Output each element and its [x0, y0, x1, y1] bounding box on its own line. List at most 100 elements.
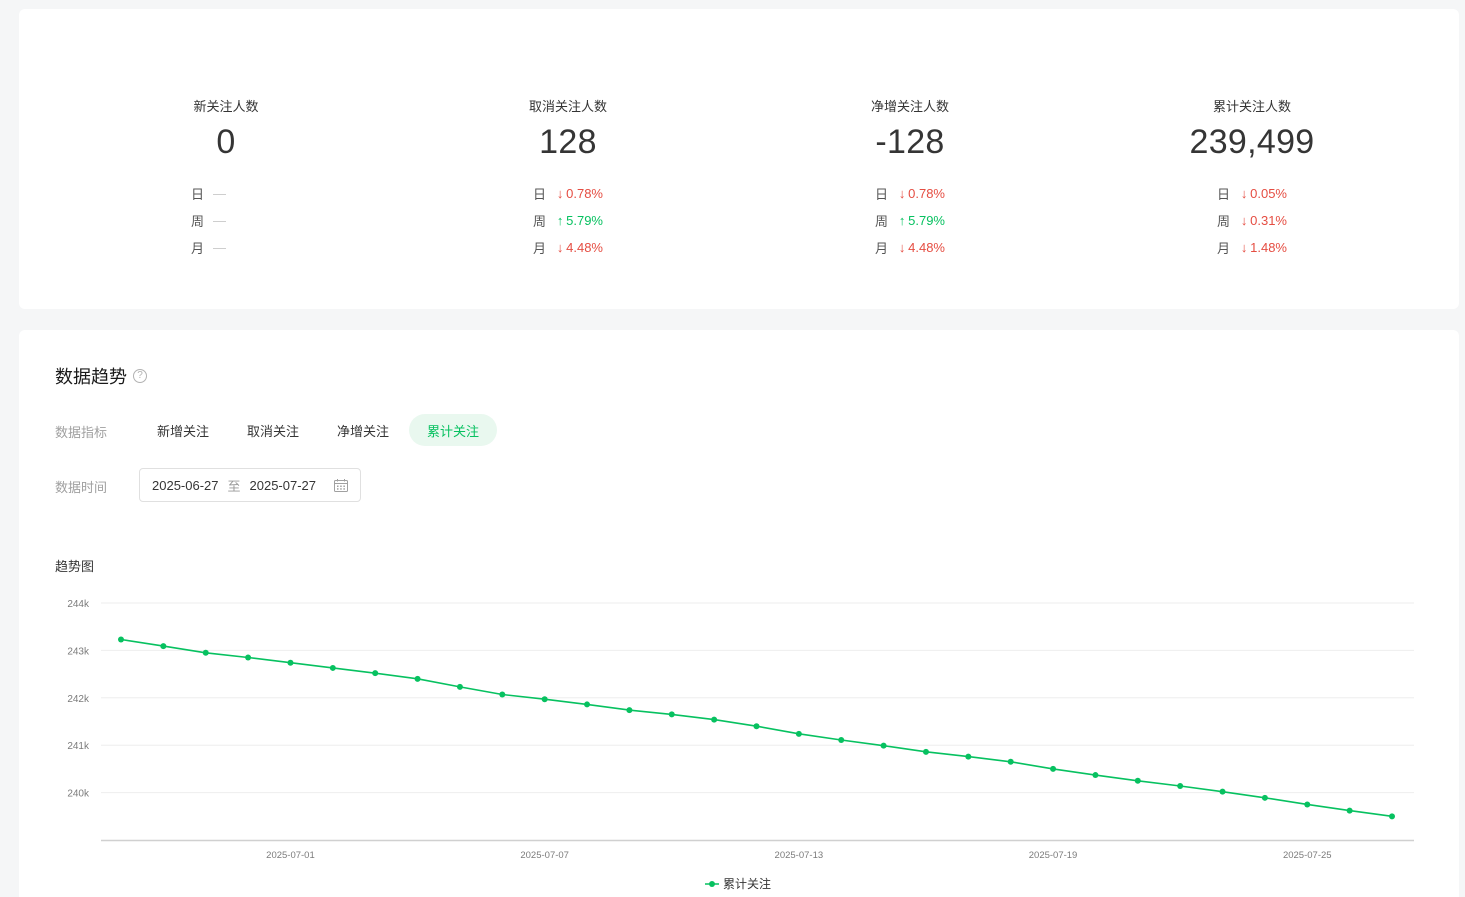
tab-total-follow[interactable]: 累计关注 [409, 414, 498, 446]
stat-value: -128 [875, 123, 945, 161]
data-point [753, 723, 760, 730]
stat-change-text: 1.48% [1250, 240, 1287, 255]
stat-change-row-inner: 日 ↓ 0.05% [1217, 184, 1287, 203]
data-point [287, 659, 294, 666]
x-tick-label: 2025-07-01 [266, 850, 315, 861]
stat-period-label: 周 [533, 214, 547, 229]
stat-change-text: 5.79% [566, 213, 603, 228]
trend-title-text: 数据趋势 [55, 367, 127, 387]
x-tick-label: 2025-07-13 [775, 850, 824, 861]
stat-change-value: ↑ 5.79% [554, 213, 603, 228]
stat-period-label: 月 [1217, 241, 1231, 256]
data-point [1389, 813, 1395, 820]
data-point [1219, 788, 1226, 795]
arrow-up-icon: ↑ [556, 213, 564, 228]
data-point [1092, 772, 1099, 779]
stat-change-value: — [213, 240, 226, 255]
data-point [245, 654, 252, 661]
stat-change-value: ↓ 4.48% [896, 240, 945, 255]
question-circle-icon[interactable]: ? [133, 369, 147, 383]
legend-marker-icon [705, 880, 719, 888]
stat-change-text: 0.78% [908, 186, 945, 201]
data-point [1050, 765, 1057, 772]
stat-change-row: 日 ↓ 0.05% [1102, 180, 1402, 207]
stat-change-text: 5.79% [908, 213, 945, 228]
stat-change-row: 周 ↓ 0.31% [1102, 207, 1402, 234]
tab-net-follow[interactable]: 净增关注 [319, 414, 407, 446]
stat-change-row-inner: 月 — [191, 238, 261, 257]
data-point [541, 696, 548, 703]
stat-change-text: 0.05% [1250, 186, 1287, 201]
stat-change-row-inner: 周 — [191, 211, 261, 230]
stat-change-row: 月 ↓ 4.48% [760, 234, 1060, 261]
stat-change-value: — [213, 213, 226, 228]
data-point [456, 683, 463, 690]
stat-change-text: — [213, 213, 226, 228]
tab-new-follow[interactable]: 新增关注 [139, 414, 227, 446]
stat-period-label: 月 [533, 241, 547, 256]
stat-period-label: 周 [875, 214, 889, 229]
data-point [880, 742, 887, 749]
x-tick-label: 2025-07-25 [1283, 850, 1332, 861]
stat-change-text: 4.48% [566, 240, 603, 255]
stat-change-value: — [213, 186, 226, 201]
stat-change-rows: 日 ↓ 0.78% 周 ↑ 5.79% 月 ↓ 4.48% [760, 180, 1060, 261]
stat-change-row-inner: 日 — [191, 184, 261, 203]
metric-filter-label: 数据指标 [55, 425, 108, 440]
stat-change-row: 日 — [76, 180, 376, 207]
data-point [1304, 801, 1311, 808]
stat-change-value: ↓ 0.78% [896, 186, 945, 201]
stat-change-row: 月 ↓ 4.48% [418, 234, 718, 261]
stat-change-value: ↓ 4.48% [554, 240, 603, 255]
y-tick-label: 241k [67, 741, 90, 752]
metric-tabs: 新增关注 取消关注 净增关注 累计关注 [139, 414, 499, 446]
stat-change-row: 月 ↓ 1.48% [1102, 234, 1402, 261]
stat-period-label: 周 [1217, 214, 1231, 229]
stat-title: 新关注人数 [193, 99, 259, 114]
stat-change-row-inner: 日 ↓ 0.78% [533, 184, 603, 203]
stat-period-label: 月 [875, 241, 889, 256]
data-point [1346, 807, 1353, 814]
data-point [1261, 794, 1268, 801]
stat-period-label: 日 [533, 187, 547, 202]
stat-change-row: 周 ↑ 5.79% [418, 207, 718, 234]
stat-change-value: ↑ 5.79% [896, 213, 945, 228]
calendar-icon[interactable] [334, 478, 348, 492]
stat-title: 累计关注人数 [1212, 99, 1291, 114]
arrow-up-icon: ↑ [898, 213, 906, 228]
date-start[interactable]: 2025-06-27 [152, 478, 219, 493]
data-point [1134, 777, 1141, 784]
stat-change-text: 0.31% [1250, 213, 1287, 228]
stat-change-text: — [213, 240, 226, 255]
data-point [202, 649, 209, 656]
date-separator: 至 [227, 478, 241, 494]
stat-change-rows: 日 ↓ 0.05% 周 ↓ 0.31% 月 ↓ 1.48% [1102, 180, 1402, 261]
arrow-down-icon: ↓ [898, 240, 906, 255]
data-point [118, 636, 124, 643]
stat-change-row-inner: 日 ↓ 0.78% [875, 184, 945, 203]
date-end[interactable]: 2025-07-27 [250, 478, 317, 493]
arrow-down-icon: ↓ [1240, 213, 1248, 228]
data-point [160, 643, 167, 650]
stat-period-label: 日 [1217, 187, 1231, 202]
data-point [965, 753, 972, 760]
tab-unfollow[interactable]: 取消关注 [229, 414, 317, 446]
stat-change-row: 周 ↑ 5.79% [760, 207, 1060, 234]
x-tick-label: 2025-07-07 [520, 850, 569, 861]
stat-change-row: 日 ↓ 0.78% [418, 180, 718, 207]
date-range-picker[interactable]: 2025-06-27 至 2025-07-27 [139, 468, 361, 502]
stat-change-text: 4.48% [908, 240, 945, 255]
stat-change-value: ↓ 0.78% [554, 186, 603, 201]
stat-period-label: 月 [191, 241, 205, 256]
data-point [499, 691, 506, 698]
trend-line-chart: 240k 241k 242k 243k 244k 2025-07-01 2025-07-07… [67, 599, 1414, 861]
stat-period-label: 日 [875, 187, 889, 202]
stat-change-row: 周 — [76, 207, 376, 234]
data-point [414, 675, 421, 682]
data-point [329, 664, 336, 671]
data-point [1177, 782, 1184, 789]
stat-change-row: 日 ↓ 0.78% [760, 180, 1060, 207]
chart-legend[interactable]: 累计关注 [705, 875, 771, 892]
stat-value: 239,499 [1189, 123, 1315, 161]
stat-value: 0 [216, 123, 236, 161]
